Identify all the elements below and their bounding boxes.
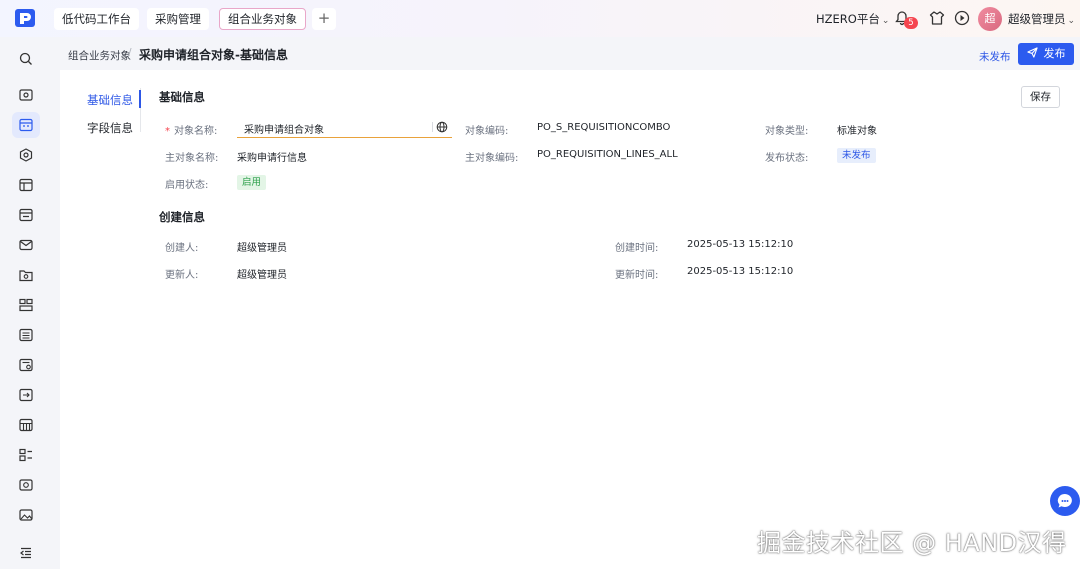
user-menu[interactable]: 超级管理员 ⌄ [1008,11,1075,27]
chat-assistant-button[interactable] [1050,486,1080,516]
input-divider [432,122,433,132]
username-label: 超级管理员 [1008,12,1066,26]
publish-status-link[interactable]: 未发布 [979,49,1011,64]
breadcrumb-separator: / [128,47,132,59]
side-nav-basic-info[interactable]: 基础信息 [87,92,133,108]
object-type-value: 标准对象 [837,126,877,137]
rail-item-folder[interactable] [18,267,34,283]
tab-label: 组合业务对象 [228,12,297,26]
chat-icon [1057,493,1072,508]
side-nav-field-info[interactable]: 字段信息 [87,120,133,136]
avatar[interactable]: 超 [978,7,1002,31]
rail-item-table[interactable] [18,177,34,193]
rail-item-blocks[interactable] [18,447,34,463]
rail-item-flow[interactable] [18,147,34,163]
status-badge-unpublished: 未发布 [837,148,876,163]
create-time-label: 创建时间: [615,243,659,254]
play-icon[interactable] [954,10,970,26]
watermark-text: 掘金技术社区 @ HAND汉得 [757,529,1067,557]
tab-lowcode-workbench[interactable]: 低代码工作台 [54,8,139,30]
publish-button[interactable]: 发布 [1018,43,1074,65]
top-bar: 低代码工作台 采购管理 组合业务对象 + HZERO平台 ⌄ 5 超 超级管理员 ⌄ [0,0,1080,37]
enable-status-label: 启用状态: [165,180,209,191]
platform-name: HZERO平台 [816,12,880,26]
main-panel: 基础信息 字段信息 保存 基础信息 * 对象名称: 采购申请组合对象 对象编码: … [60,70,1080,569]
theme-icon[interactable] [929,10,945,26]
chevron-down-icon: ⌄ [881,16,890,26]
main-object-code-label: 主对象编码: [465,153,519,164]
required-mark: * [165,126,170,137]
rail-item-media[interactable] [18,477,34,493]
rail-item-object-active[interactable] [12,112,40,138]
rail-item-settings-panel[interactable] [18,357,34,373]
page-title: 采购申请组合对象-基础信息 [139,48,288,62]
updater-label: 更新人: [165,270,199,281]
object-code-value: PO_S_REQUISITIONCOMBO [537,122,671,133]
rail-item-list[interactable] [18,327,34,343]
object-code-label: 对象编码: [465,126,509,137]
globe-icon[interactable] [436,121,448,133]
object-name-label: * 对象名称: [165,122,217,137]
side-nav-active-indicator [139,90,141,108]
rail-item-image[interactable] [18,507,34,523]
publish-button-label: 发布 [1043,47,1066,60]
basic-info-title: 基础信息 [159,90,205,104]
update-time-label: 更新时间: [615,270,659,281]
notification-badge: 5 [904,17,918,29]
creator-label: 创建人: [165,243,199,254]
rail-item-grid[interactable] [18,417,34,433]
main-object-code-value: PO_REQUISITION_LINES_ALL [537,149,678,160]
rail-item-export[interactable] [18,387,34,403]
collapse-menu-icon[interactable] [18,545,34,561]
update-time-value: 2025-05-13 15:12:10 [687,266,794,277]
tab-procurement[interactable]: 采购管理 [147,8,209,30]
chevron-down-icon: ⌄ [1067,16,1076,26]
object-name-input[interactable]: 采购申请组合对象 [237,119,452,138]
search-icon[interactable] [18,51,34,67]
main-object-name-label: 主对象名称: [165,153,219,164]
breadcrumb: 组合业务对象 / 采购申请组合对象-基础信息 未发布 发布 [60,37,1080,70]
send-icon [1026,47,1038,58]
save-button[interactable]: 保存 [1021,86,1060,108]
add-tab-button[interactable]: + [312,8,336,30]
main-object-name-value: 采购申请行信息 [237,153,307,164]
updater-value: 超级管理员 [237,270,287,281]
rail-item-dashboard[interactable] [18,87,34,103]
breadcrumb-parent[interactable]: 组合业务对象 [68,48,131,63]
create-info-title: 创建信息 [159,210,205,224]
object-name-input-value: 采购申请组合对象 [244,125,324,136]
rail-item-mail[interactable] [18,237,34,253]
app-logo[interactable] [14,8,36,28]
tab-label: 采购管理 [155,12,201,26]
create-time-value: 2025-05-13 15:12:10 [687,239,794,250]
status-badge-enabled: 启用 [237,175,267,190]
rail-item-form[interactable] [18,207,34,223]
platform-switcher[interactable]: HZERO平台 ⌄ [816,11,889,27]
creator-value: 超级管理员 [237,243,287,254]
object-name-label-text: 对象名称: [174,126,218,137]
publish-status-label: 发布状态: [765,153,809,164]
tab-label: 低代码工作台 [62,12,131,26]
left-rail [0,37,52,569]
object-type-label: 对象类型: [765,126,809,137]
tab-combo-object[interactable]: 组合业务对象 [219,8,306,30]
rail-item-layout[interactable] [18,297,34,313]
